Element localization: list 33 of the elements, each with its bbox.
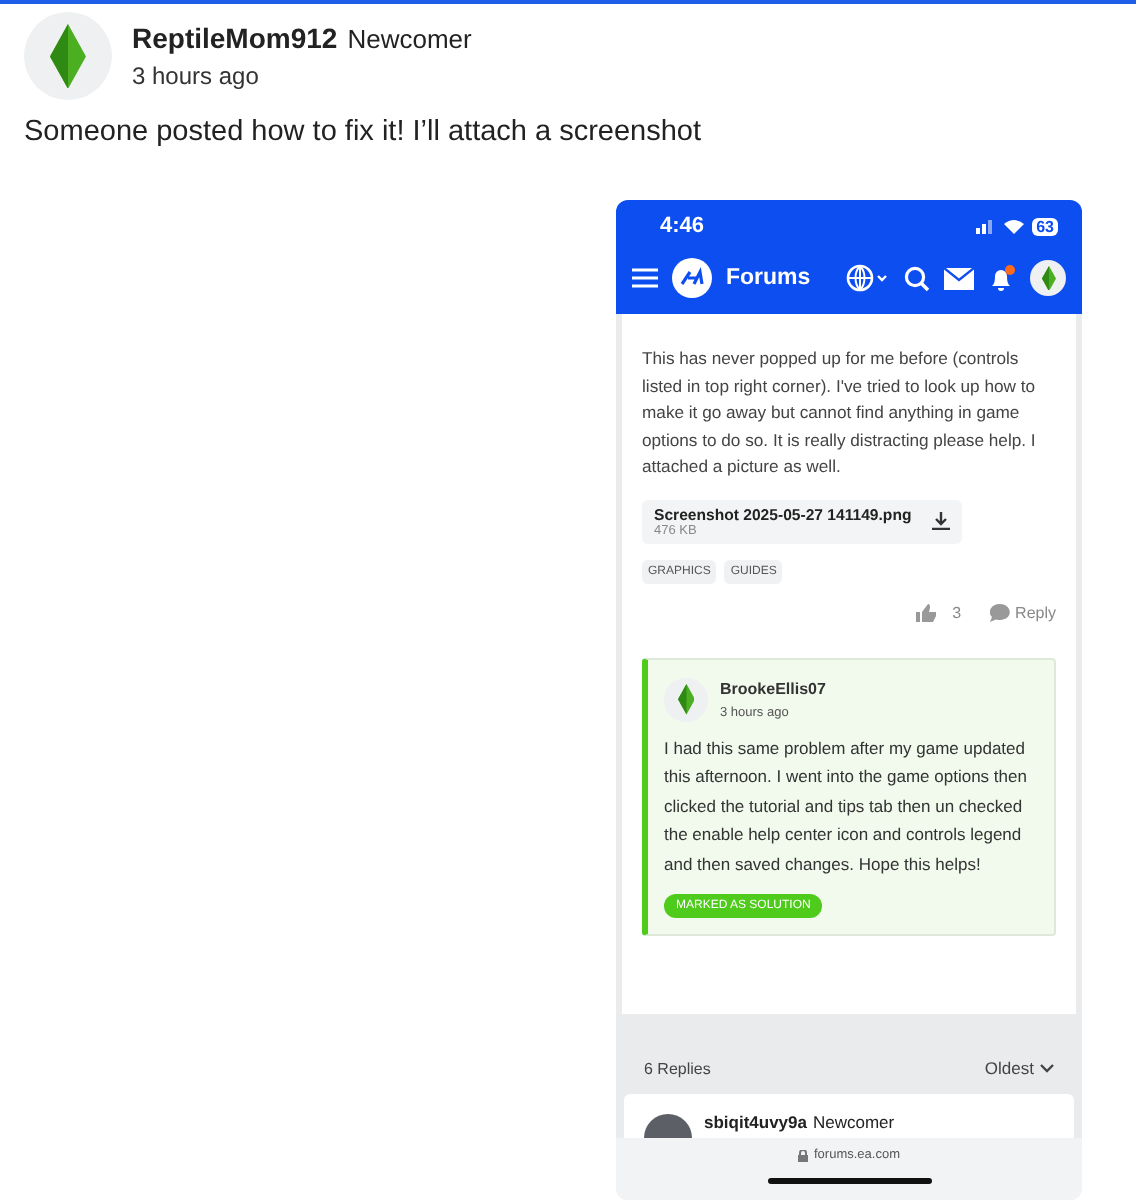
speech-bubble-icon (989, 603, 1010, 622)
replies-count: 6 Replies (644, 1059, 711, 1077)
user-rank: Newcomer (347, 24, 472, 54)
question-text: This has never popped up for me before (controls listed in top right corner). I've tried to look up how to make it go away but cannot find anything in game options to do so. It is really distracting please help. I attached a picture as well. (642, 346, 1038, 481)
chevron-down-icon (1040, 1063, 1054, 1073)
username[interactable]: sbiqit4uvy9a (704, 1112, 807, 1132)
battery-level: 63 (1032, 217, 1058, 235)
brand-name[interactable]: Forums (726, 266, 811, 290)
search-icon[interactable] (904, 265, 930, 291)
username[interactable]: BrookeEllis07 (720, 679, 826, 698)
like-count: 3 (952, 603, 962, 622)
post-time: 3 hours ago (132, 62, 261, 90)
plumbob-icon (50, 23, 86, 89)
post-text: Someone posted how to fix it! I’ll attach a screenshot (24, 116, 704, 148)
solution-text: I had this same problem after my game updated this afternoon. I went into the game options then clicked the tutorial and tips tab then un checked the enable help center icon and controls legend and then saved changes. Hope this helps! (664, 735, 1029, 878)
bell-icon[interactable] (988, 264, 1016, 292)
menu-icon[interactable] (632, 268, 658, 288)
status-time: 4:46 (660, 214, 705, 238)
lock-icon (798, 1149, 808, 1161)
logo-icon (672, 258, 712, 298)
plumbob-icon (677, 684, 695, 716)
username[interactable]: ReptileMom912 (132, 22, 338, 54)
user-rank: Newcomer (813, 1112, 895, 1132)
profile-avatar[interactable] (1030, 260, 1066, 296)
wifi-icon (1004, 218, 1025, 234)
globe-icon[interactable] (846, 264, 890, 292)
plumbob-icon (1041, 265, 1055, 291)
mail-icon[interactable] (944, 267, 974, 289)
reply-link[interactable]: Reply (1015, 603, 1056, 622)
download-icon[interactable] (931, 512, 950, 531)
thumbs-up-icon[interactable] (916, 603, 937, 622)
sort-dropdown[interactable]: Oldest (984, 1058, 1054, 1078)
signal-icon (976, 218, 997, 234)
